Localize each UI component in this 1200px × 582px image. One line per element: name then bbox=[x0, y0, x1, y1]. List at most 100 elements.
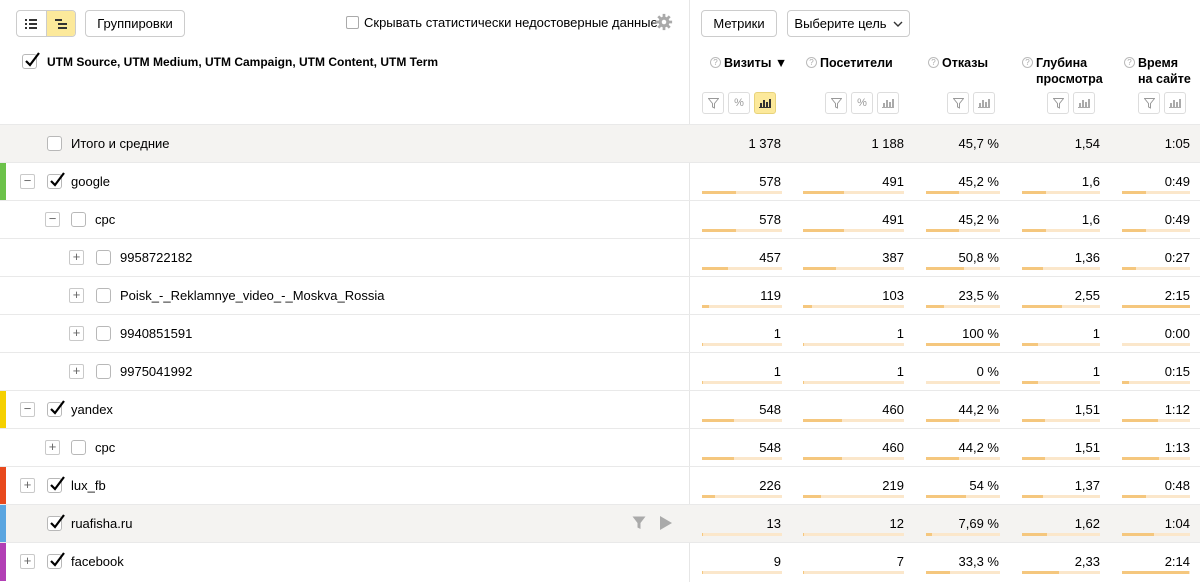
metric-bar-track bbox=[1022, 533, 1100, 536]
row-label: yandex bbox=[71, 402, 113, 417]
row-checkbox[interactable] bbox=[47, 400, 65, 417]
column-header-4[interactable]: ? Глубина просмотра bbox=[1022, 55, 1103, 87]
groupings-button[interactable]: Группировки bbox=[85, 10, 185, 37]
metric-cell: 0 % bbox=[976, 364, 999, 379]
row-checkbox[interactable] bbox=[47, 552, 65, 569]
expand-button[interactable]: + bbox=[69, 326, 84, 341]
metric-bar-track bbox=[1122, 381, 1190, 384]
view-list-button[interactable] bbox=[17, 11, 46, 36]
filter-button[interactable] bbox=[947, 92, 969, 114]
gear-icon[interactable] bbox=[655, 13, 673, 31]
table-row[interactable]: +9975041992 1 1 0 % 1 0:15 bbox=[0, 352, 1200, 390]
row-checkbox[interactable] bbox=[96, 364, 111, 379]
metric-bar-fill bbox=[926, 571, 950, 574]
help-icon[interactable]: ? bbox=[1022, 57, 1033, 68]
table-row[interactable]: ruafisha.ru 13 12 7,69 % 1,62 1:04 bbox=[0, 504, 1200, 543]
table-row[interactable]: + cpc 548 460 44,2 % 1,51 1:13 bbox=[0, 428, 1200, 466]
filter-button[interactable] bbox=[825, 92, 847, 114]
filter-icon bbox=[830, 97, 842, 109]
view-tree-button[interactable] bbox=[45, 11, 75, 36]
metric-bar-fill bbox=[803, 229, 844, 232]
row-checkbox[interactable] bbox=[96, 326, 111, 341]
bar-chart-button[interactable] bbox=[877, 92, 899, 114]
row-checkbox[interactable] bbox=[71, 440, 86, 455]
row-checkbox[interactable] bbox=[71, 212, 86, 227]
metric-bar-fill bbox=[926, 533, 932, 536]
expand-button[interactable]: + bbox=[45, 440, 60, 455]
table-row[interactable]: − google 578 491 45,2 % 1,6 0:49 bbox=[0, 162, 1200, 201]
table-row[interactable]: − cpc 578 491 45,2 % 1,6 0:49 bbox=[0, 200, 1200, 238]
row-checkbox[interactable] bbox=[96, 288, 111, 303]
dimension-header-checkbox[interactable] bbox=[22, 52, 40, 69]
goal-select[interactable]: Выберите цель bbox=[787, 10, 910, 37]
expand-button[interactable]: + bbox=[69, 364, 84, 379]
play-icon[interactable] bbox=[660, 516, 672, 530]
help-icon[interactable]: ? bbox=[928, 57, 939, 68]
toolbar: Группировки Скрывать статистически недос… bbox=[0, 0, 1200, 45]
filter-button[interactable] bbox=[1047, 92, 1069, 114]
table-row[interactable]: + facebook 9 7 33,3 % 2,33 2:14 bbox=[0, 542, 1200, 581]
row-label: Итого и средние bbox=[71, 136, 170, 151]
hide-unreliable-checkbox[interactable] bbox=[346, 16, 359, 29]
hide-unreliable-option[interactable]: Скрывать статистически недостоверные дан… bbox=[346, 15, 658, 30]
collapse-button[interactable]: − bbox=[45, 212, 60, 227]
metric-cell: 1,36 bbox=[1074, 250, 1100, 265]
column-tools: % bbox=[702, 92, 776, 114]
bar-chart-button[interactable] bbox=[973, 92, 995, 114]
table-row[interactable]: +9940851591 1 1 100 % 1 0:00 bbox=[0, 314, 1200, 352]
metric-bar-fill bbox=[1122, 381, 1129, 384]
expand-button[interactable]: + bbox=[69, 250, 84, 265]
row-checkbox[interactable] bbox=[47, 136, 62, 151]
table-row[interactable]: + lux_fb 226 219 54 % 1,37 0:48 bbox=[0, 466, 1200, 505]
metric-bar-fill bbox=[926, 229, 959, 232]
metric-cell: 1:13 bbox=[1164, 440, 1190, 455]
metric-cell: 50,8 % bbox=[958, 250, 999, 265]
column-header-3[interactable]: ? Отказы bbox=[928, 55, 988, 71]
bar-chart-button[interactable] bbox=[1164, 92, 1186, 114]
metric-bar-track bbox=[926, 457, 1000, 460]
expand-button[interactable]: + bbox=[20, 478, 35, 493]
row-checkbox[interactable] bbox=[47, 476, 65, 493]
metric-bar-fill bbox=[702, 305, 709, 308]
metric-cell: 9 bbox=[773, 554, 781, 569]
column-header-5[interactable]: ? Время на сайте bbox=[1124, 55, 1191, 87]
table-row[interactable]: +9958722182 457 387 50,8 % 1,36 0:27 bbox=[0, 238, 1200, 276]
metric-cell: 13 bbox=[766, 516, 781, 531]
metric-bar-track bbox=[1022, 457, 1100, 460]
bar-chart-button[interactable] bbox=[754, 92, 776, 114]
metric-cell: 1,51 bbox=[1074, 440, 1100, 455]
collapse-button[interactable]: − bbox=[20, 402, 35, 417]
column-header-1[interactable]: ? Визиты ▼ bbox=[710, 55, 787, 71]
metrics-button[interactable]: Метрики bbox=[701, 10, 777, 37]
goal-select-label: Выберите цель bbox=[794, 16, 887, 31]
help-icon[interactable]: ? bbox=[806, 57, 817, 68]
metric-bar-track bbox=[926, 571, 1000, 574]
table-row[interactable]: + Poisk_-_Reklamnye_video_-_Moskva_Rossia… bbox=[0, 276, 1200, 314]
row-checkbox[interactable] bbox=[47, 514, 65, 531]
metric-bar-fill bbox=[803, 533, 804, 536]
percent-button[interactable]: % bbox=[728, 92, 750, 114]
table-row[interactable]: Итого и средние 1 378 1 188 45,7 % 1,54 1:05 bbox=[0, 124, 1200, 162]
table-row[interactable]: − yandex 548 460 44,2 % 1,51 1:12 bbox=[0, 390, 1200, 429]
series-color-bar bbox=[0, 391, 6, 429]
help-icon[interactable]: ? bbox=[1124, 57, 1135, 68]
metric-cell: 2,55 bbox=[1074, 288, 1100, 303]
row-checkbox[interactable] bbox=[96, 250, 111, 265]
collapse-button[interactable]: − bbox=[20, 174, 35, 189]
bar-chart-icon bbox=[1078, 99, 1090, 108]
help-icon[interactable]: ? bbox=[710, 57, 721, 68]
checkmark-icon bbox=[25, 52, 40, 67]
metric-cell: 1,6 bbox=[1081, 212, 1100, 227]
expand-button[interactable]: + bbox=[20, 554, 35, 569]
filter-button[interactable] bbox=[702, 92, 724, 114]
filter-icon[interactable] bbox=[632, 516, 646, 530]
chevron-down-icon bbox=[893, 21, 903, 27]
row-label: 9940851591 bbox=[120, 326, 193, 341]
column-header-2[interactable]: ? Посетители bbox=[806, 55, 893, 71]
expand-button[interactable]: + bbox=[69, 288, 84, 303]
percent-button[interactable]: % bbox=[851, 92, 873, 114]
metric-bar-track bbox=[1122, 571, 1190, 574]
filter-button[interactable] bbox=[1138, 92, 1160, 114]
bar-chart-button[interactable] bbox=[1073, 92, 1095, 114]
row-checkbox[interactable] bbox=[47, 172, 65, 189]
